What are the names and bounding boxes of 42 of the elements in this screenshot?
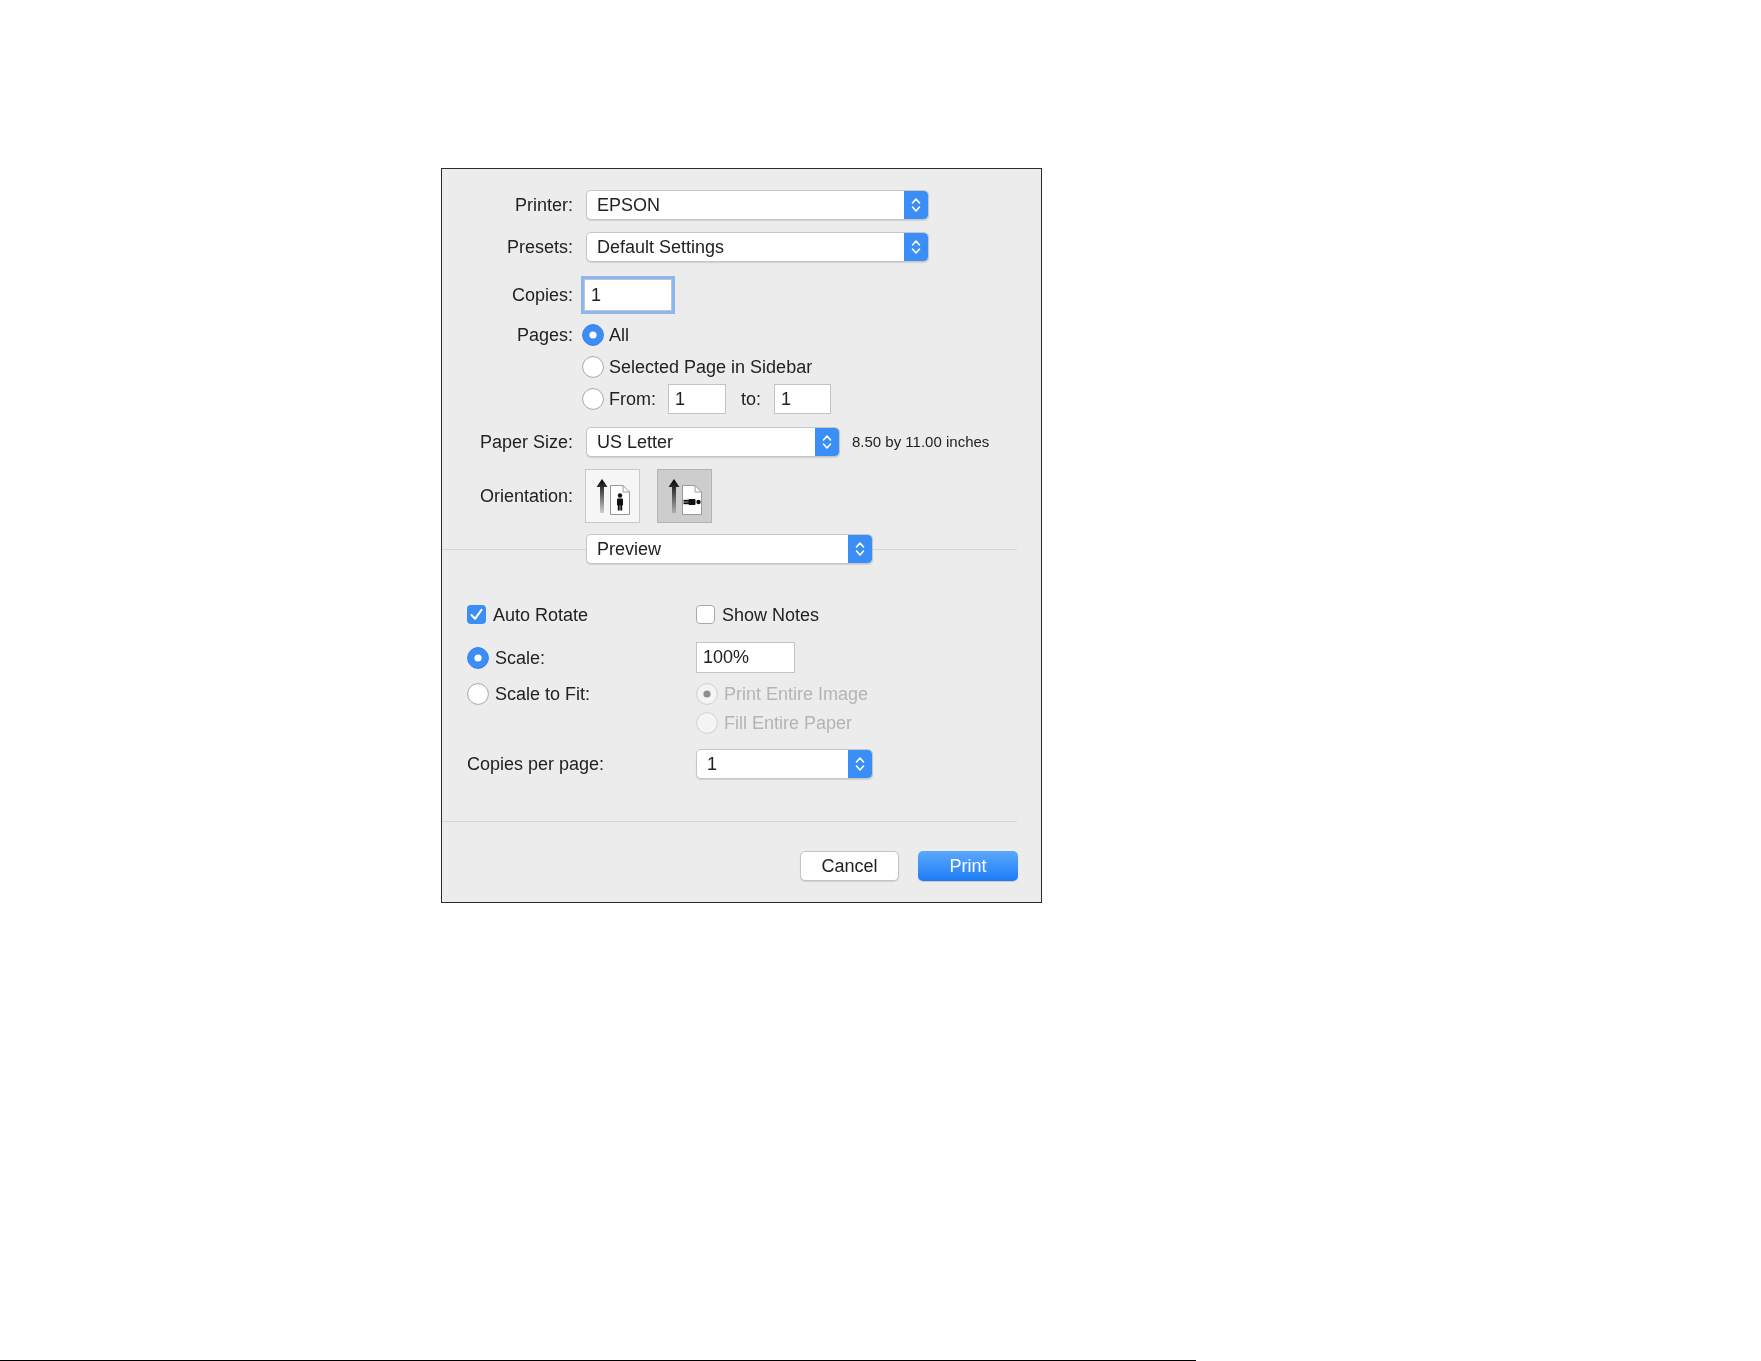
scale-field[interactable]: 100%: [696, 642, 795, 673]
updown-chevron-icon: [815, 428, 839, 456]
portrait-orientation-button[interactable]: [585, 469, 640, 523]
checkbox[interactable]: [696, 605, 715, 624]
paper-dimensions: 8.50 by 11.00 inches: [852, 432, 990, 452]
field-label: Presets:: [506, 236, 573, 258]
field-label: to:: [741, 388, 761, 410]
copies-field[interactable]: 1: [584, 279, 672, 311]
updown-chevron-icon: [848, 750, 872, 778]
radio-button[interactable]: [582, 356, 604, 378]
field-label: Orientation:: [479, 485, 573, 507]
radio-label: Scale to Fit:: [495, 683, 591, 705]
field-label: Pages:: [516, 324, 573, 346]
checkbox[interactable]: [467, 605, 486, 624]
radio-label: Scale:: [495, 646, 546, 669]
radio-label: From:: [609, 388, 656, 410]
checkbox-label: Show Notes: [722, 603, 820, 626]
radio-button[interactable]: [467, 683, 489, 705]
field-label: Printer:: [514, 194, 573, 216]
printer-popup-button[interactable]: EPSON: [586, 190, 929, 220]
checkbox-label: Auto Rotate: [493, 603, 589, 626]
radio-button[interactable]: [582, 388, 604, 410]
radio-label: Fill Entire Paper: [724, 712, 853, 734]
updown-chevron-icon: [904, 191, 928, 219]
updown-chevron-icon: [848, 535, 872, 563]
field-label: Paper Size:: [479, 431, 573, 453]
paper-size-popup-button[interactable]: US Letter: [586, 427, 840, 457]
copies-per-page-popup-button[interactable]: 1: [696, 749, 873, 779]
radio-label: Selected Page in Sidebar: [609, 356, 813, 378]
radio-label: Print Entire Image: [724, 683, 869, 705]
landscape-orientation-button[interactable]: [657, 469, 712, 523]
field-label: Copies:: [511, 284, 573, 306]
section-popup-button[interactable]: Preview: [586, 534, 873, 564]
updown-chevron-icon: [904, 233, 928, 261]
secondary-action-button[interactable]: Cancel: [800, 851, 899, 881]
presets-popup-button[interactable]: Default Settings: [586, 232, 929, 262]
radio-button[interactable]: [467, 646, 489, 669]
radio-button[interactable]: [582, 324, 604, 346]
page-from-field[interactable]: 1: [668, 384, 726, 414]
radio-label: All: [609, 324, 629, 346]
field-label: Copies per page:: [467, 753, 605, 775]
page-to-field[interactable]: 1: [774, 384, 831, 414]
